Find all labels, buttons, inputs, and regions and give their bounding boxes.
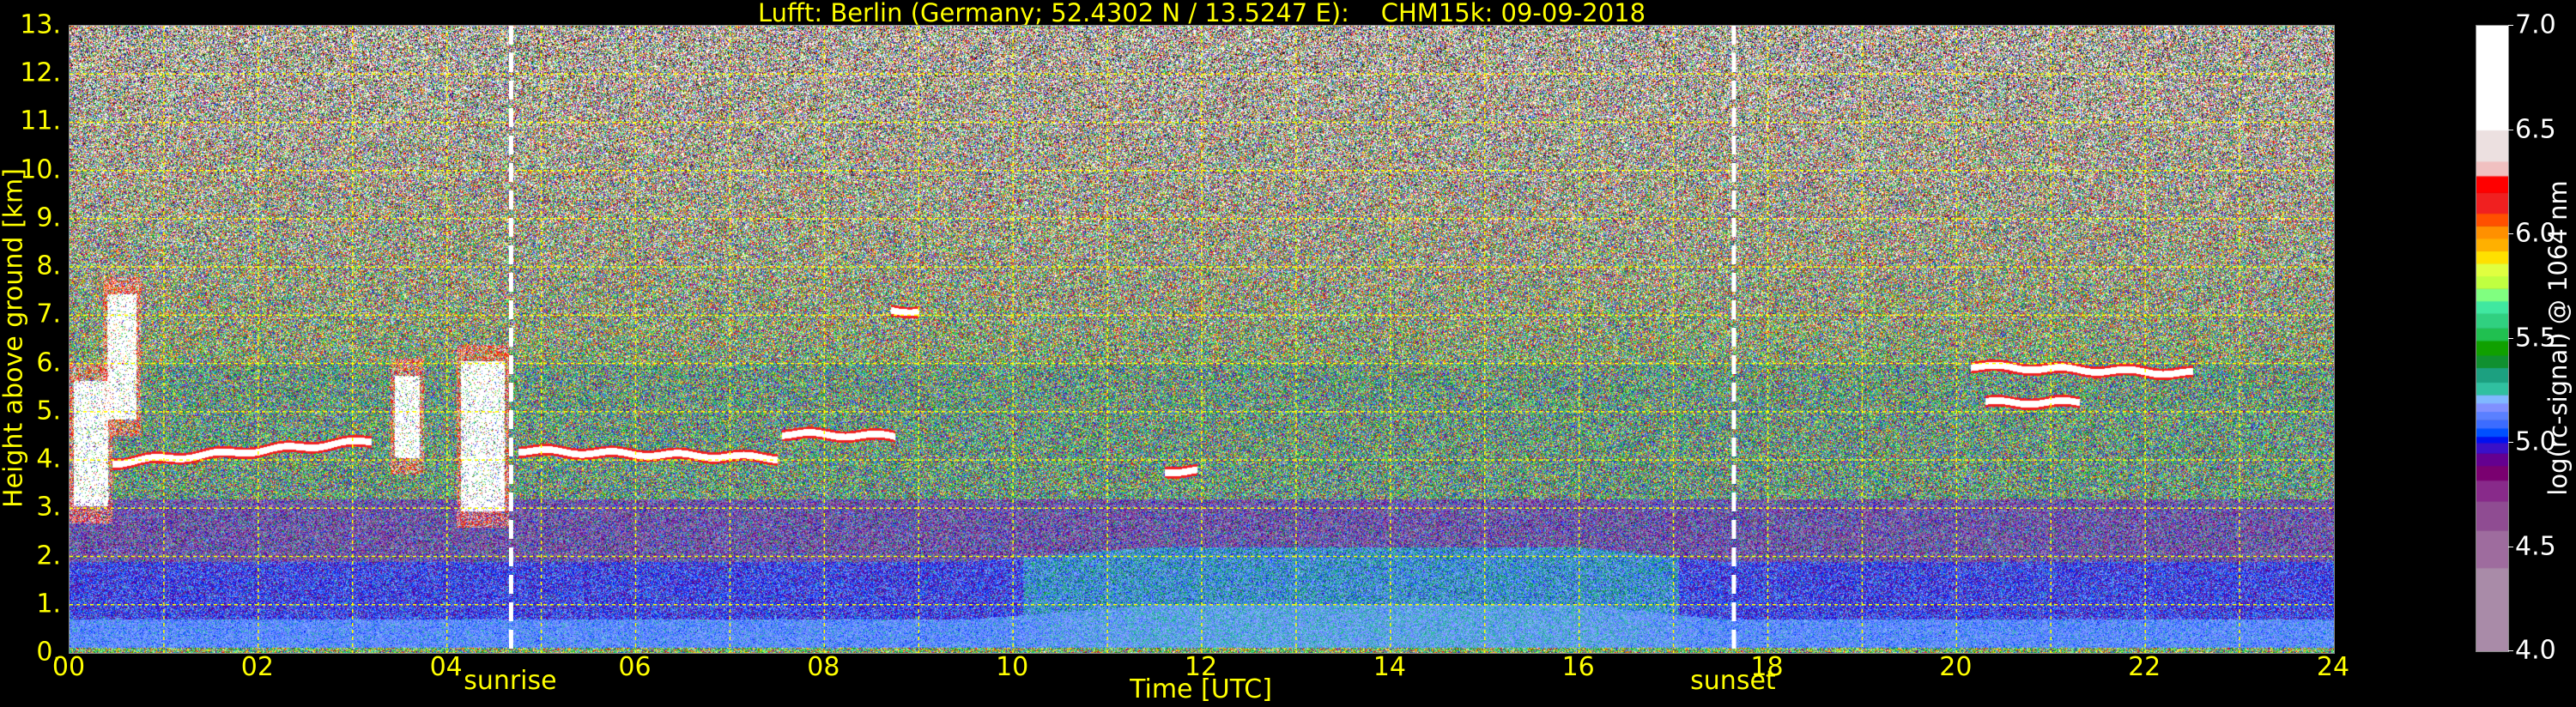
x-tick-label: 10 xyxy=(996,652,1029,682)
x-tick-label: 14 xyxy=(1373,652,1406,682)
colorbar-tick-mark xyxy=(2508,233,2513,234)
colorbar-tick-label: 4.0 xyxy=(2515,635,2556,666)
colorbar-tick-label: 6.5 xyxy=(2515,114,2556,144)
colorbar xyxy=(2476,25,2509,652)
colorbar-tick-mark xyxy=(2508,337,2513,339)
colorbar-tick-mark xyxy=(2508,442,2513,443)
plot-overlay xyxy=(70,26,2334,653)
plot-area xyxy=(69,25,2335,654)
sunrise-label: sunrise xyxy=(464,666,557,696)
y-tick-label: 12. xyxy=(20,57,61,88)
chart-title: Lufft: Berlin (Germany; 52.4302 N / 13.5… xyxy=(757,0,1646,27)
y-tick-label: 2. xyxy=(36,541,61,571)
y-tick-label: 6. xyxy=(36,347,61,378)
y-tick-label: 9. xyxy=(36,202,61,233)
x-tick-label: 04 xyxy=(429,652,463,682)
colorbar-tick-label: 7.0 xyxy=(2515,9,2556,40)
colorbar-tick-mark xyxy=(2508,650,2513,651)
x-tick-label: 08 xyxy=(807,652,840,682)
x-tick-label: 02 xyxy=(240,652,274,682)
y-axis-label: Height above ground [km] xyxy=(0,168,29,508)
x-tick-label: 22 xyxy=(2128,652,2161,682)
x-tick-label: 06 xyxy=(618,652,652,682)
colorbar-tick-label: 4.5 xyxy=(2515,531,2556,561)
x-tick-label: 16 xyxy=(1561,652,1595,682)
colorbar-gradient xyxy=(2476,26,2508,651)
y-tick-label: 1. xyxy=(36,589,61,619)
y-tick-label: 4. xyxy=(36,444,61,474)
x-tick-label: 24 xyxy=(2316,652,2350,682)
y-tick-label: 8. xyxy=(36,251,61,281)
y-tick-label: 13. xyxy=(20,9,61,40)
colorbar-label: log(rc-signal) @ 1064 nm xyxy=(2543,180,2573,496)
x-axis-label: Time [UTC] xyxy=(1130,674,1272,704)
y-tick-label: 3. xyxy=(36,492,61,523)
y-tick-label: 5. xyxy=(36,396,61,426)
x-tick-label: 20 xyxy=(1939,652,1973,682)
colorbar-tick-mark xyxy=(2508,25,2513,26)
y-tick-label: 11. xyxy=(20,106,61,136)
y-tick-label: 7. xyxy=(36,299,61,329)
sunset-label: sunset xyxy=(1690,666,1776,696)
x-tick-label: 00 xyxy=(52,652,86,682)
